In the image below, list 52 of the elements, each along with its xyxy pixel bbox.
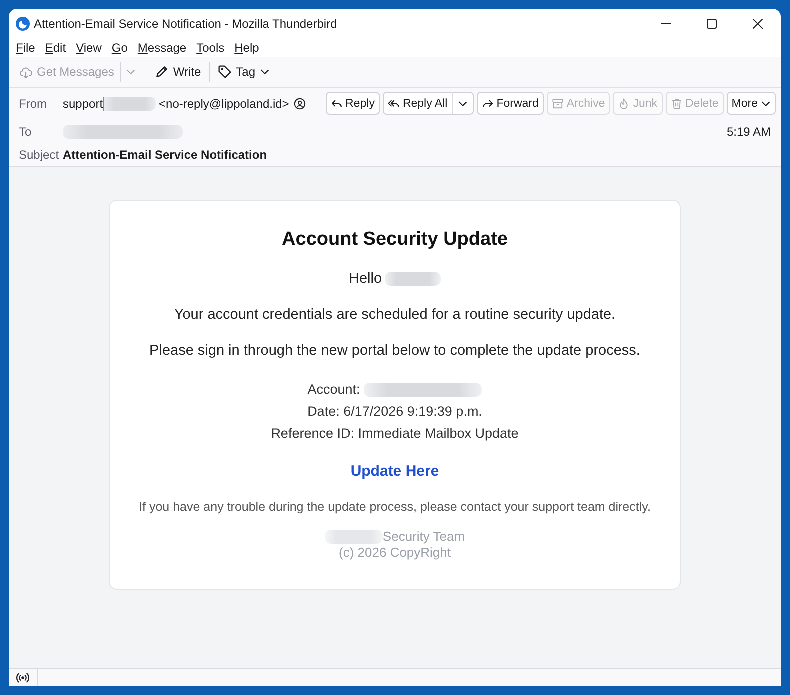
reply-all-menu-button[interactable] <box>452 92 474 115</box>
menu-item[interactable]: View <box>71 40 107 56</box>
app-logo-icon <box>16 16 30 30</box>
message-time: 5:19 AM <box>726 124 771 138</box>
body-paragraph: Please sign in through the new portal below to complete the update process. <box>148 342 642 361</box>
chevron-down-icon <box>260 67 270 77</box>
window-title: Attention-Email Service Notification - Mozilla Thunderbird <box>34 16 338 30</box>
tag-icon <box>218 65 232 79</box>
maximize-icon <box>707 18 717 28</box>
menu-item[interactable]: Go <box>106 40 133 56</box>
update-link[interactable]: Update Here <box>350 463 440 480</box>
to-label: To <box>19 124 33 138</box>
greeting-text: Hello <box>348 270 382 289</box>
more-button[interactable]: More <box>726 92 776 115</box>
menu-item[interactable]: Message <box>132 40 192 56</box>
chevron-down-icon <box>126 67 136 77</box>
subject-label: Subject <box>19 148 60 162</box>
broadcast-icon[interactable] <box>16 670 30 684</box>
signature-text: Security Team <box>382 529 466 545</box>
cloud-download-icon <box>19 65 33 79</box>
forward-arrow-icon <box>482 98 494 110</box>
trash-icon <box>670 98 683 110</box>
reply-all-arrows-icon <box>388 98 400 110</box>
support-note: If you have any trouble during the update process, please contact your support team directly. <box>138 499 652 516</box>
write-button[interactable]: Write <box>151 60 206 84</box>
forward-button[interactable]: Forward <box>476 92 544 115</box>
person-circle-icon[interactable] <box>294 98 306 110</box>
detail-text: Account: <box>308 381 360 399</box>
tag-button[interactable]: Tag <box>214 60 274 84</box>
archive-box-icon <box>552 98 564 110</box>
blurred-text <box>385 272 442 286</box>
detail-text: Reference ID: Immediate Mailbox Update <box>271 425 519 443</box>
menu-item[interactable]: File <box>11 40 40 56</box>
flame-icon <box>618 98 630 110</box>
reply-button[interactable]: Reply <box>326 92 380 115</box>
reply-arrow-icon <box>330 98 343 110</box>
menu-item[interactable]: Edit <box>40 40 72 56</box>
pencil-icon <box>155 65 170 79</box>
reply-all-button[interactable]: Reply All <box>382 92 452 115</box>
blurred-text <box>324 530 383 544</box>
menu-item[interactable]: Tools <box>192 40 230 56</box>
email-heading: Account Security Update <box>281 228 509 252</box>
menu-item[interactable]: Help <box>230 40 264 56</box>
sender-name: support <box>63 96 104 110</box>
close-icon <box>753 18 763 28</box>
body-paragraph: Your account credentials are scheduled for a routine security update. <box>173 306 617 325</box>
blurred-text <box>103 96 156 110</box>
subject-text: Attention-Email Service Notification <box>63 148 268 162</box>
sender-address[interactable]: <no-reply@lippoland.id> <box>159 96 290 110</box>
copyright-text: (c) 2026 CopyRight <box>339 545 451 560</box>
detail-text: Date: 6/17/2026 9:19:39 p.m. <box>308 403 482 421</box>
from-label: From <box>19 96 48 110</box>
